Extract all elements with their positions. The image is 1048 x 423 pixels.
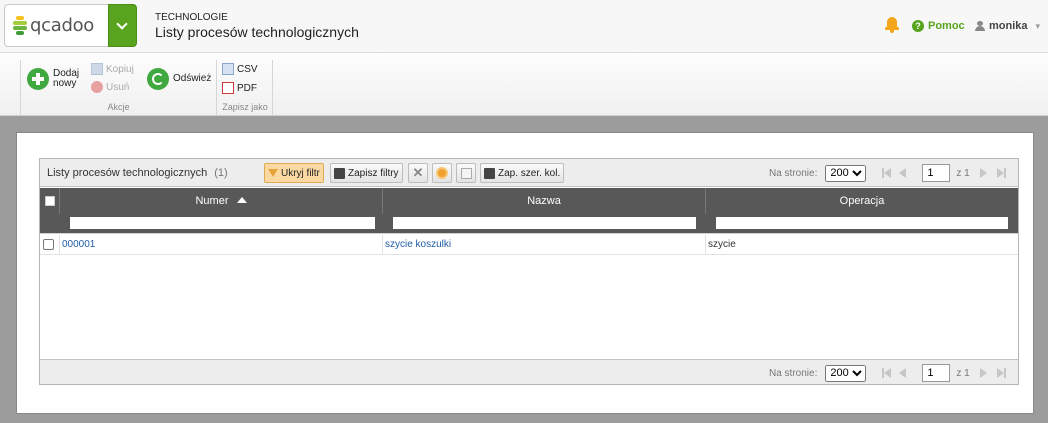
save-filters-label: Zapisz filtry (348, 167, 399, 179)
first-page-icon[interactable] (882, 168, 892, 178)
page-number-input[interactable] (922, 364, 951, 382)
ribbon-group-label-actions: Akcje (107, 102, 130, 112)
data-grid: Listy procesów technologicznych (1) Ukry… (39, 158, 1019, 385)
csv-label: CSV (237, 63, 258, 75)
reset-button[interactable] (432, 163, 452, 183)
hide-filter-label: Ukryj filtr (281, 167, 320, 179)
refresh-label: Odśwież (173, 73, 212, 84)
last-page-icon[interactable] (996, 368, 1006, 378)
last-page-icon[interactable] (996, 168, 1006, 178)
pdf-label: PDF (237, 82, 257, 94)
save-column-widths-label: Zap. szer. kol. (498, 167, 561, 179)
logo-text: qcadoo (30, 15, 95, 36)
qcadoo-logo-icon (13, 16, 27, 36)
delete-button[interactable]: Usuń (91, 81, 129, 93)
save-icon (334, 167, 345, 179)
user-menu[interactable]: monika ▾ (975, 19, 1040, 33)
breadcrumb-section: TECHNOLOGIE (155, 12, 228, 23)
pager-bottom: Na stronie: 200 z 1 (769, 364, 1010, 382)
logo-button[interactable]: qcadoo (4, 4, 108, 47)
copy-icon (91, 63, 103, 75)
prev-page-icon[interactable] (899, 368, 908, 378)
close-icon: ✕ (412, 165, 424, 180)
column-header-operation[interactable]: Operacja (706, 188, 1018, 214)
add-new-label-2: nowy (53, 78, 77, 89)
save-column-widths-button[interactable]: Zap. szer. kol. (480, 163, 565, 183)
delete-label: Usuń (106, 81, 130, 93)
page-number-input[interactable] (922, 164, 951, 182)
content-panel: Listy procesów technologicznych (1) Ukry… (16, 132, 1034, 414)
filter-operation-input[interactable] (716, 217, 1008, 229)
work-area: Listy procesów technologicznych (1) Ukry… (0, 116, 1048, 423)
page-title: Listy procesów technologicznych (155, 24, 359, 40)
select-all-checkbox[interactable] (45, 196, 55, 206)
plus-icon (27, 68, 49, 90)
clear-filters-button[interactable]: ✕ (408, 163, 428, 183)
ribbon-group-label-export: Zapisz jako (222, 102, 268, 112)
filter-name-input[interactable] (393, 217, 696, 229)
ribbon-group-export: CSV PDF Zapisz jako (218, 60, 273, 116)
copy-button[interactable]: Kopiuj (91, 63, 134, 75)
user-name: monika (989, 20, 1028, 32)
page-count-label: z 1 (956, 167, 970, 179)
per-page-select[interactable]: 200 (825, 164, 867, 182)
grid-header: Numer Nazwa Operacja (40, 188, 1018, 214)
hide-filter-button[interactable]: Ukryj filtr (264, 163, 324, 183)
user-icon (975, 20, 985, 32)
refresh-icon (147, 68, 169, 90)
ribbon-toolbar: Dodaj nowy Kopiuj Usuń Odśwież Akcje CSV… (0, 54, 1048, 116)
help-link[interactable]: ? Pomoc (912, 19, 965, 33)
grid-footer: Na stronie: 200 z 1 (40, 359, 1018, 384)
chevron-down-icon: ▾ (1035, 20, 1041, 31)
columns-button[interactable] (456, 163, 476, 183)
columns-icon (460, 167, 472, 179)
page-count-label: z 1 (956, 367, 970, 379)
refresh-button[interactable]: Odśwież (147, 68, 211, 90)
per-page-label: Na stronie: (769, 367, 818, 379)
next-page-icon[interactable] (979, 368, 989, 378)
grid-title: Listy procesów technologicznych (47, 167, 208, 179)
top-bar: qcadoo TECHNOLOGIE Listy procesów techno… (0, 0, 1048, 53)
help-label: Pomoc (928, 20, 965, 32)
export-pdf-button[interactable]: PDF (222, 82, 257, 94)
next-page-icon[interactable] (979, 168, 989, 178)
filter-icon (268, 169, 278, 177)
first-page-icon[interactable] (882, 368, 892, 378)
cell-name[interactable]: szycie koszulki (383, 235, 706, 255)
save-filters-button[interactable]: Zapisz filtry (330, 163, 403, 183)
cell-operation: szycie (708, 239, 736, 250)
per-page-select[interactable]: 200 (825, 364, 867, 382)
grid-toolbar: Listy procesów technologicznych (1) Ukry… (40, 159, 1018, 187)
pager-top: Na stronie: 200 z 1 (769, 164, 1010, 182)
csv-icon (222, 63, 234, 75)
column-header-number[interactable]: Numer (60, 188, 383, 214)
table-row[interactable]: 000001 szycie koszulki szycie (40, 235, 1018, 255)
pdf-icon (222, 82, 234, 94)
help-icon: ? (912, 20, 924, 32)
ribbon-group-actions: Dodaj nowy Kopiuj Usuń Odśwież Akcje (20, 60, 217, 116)
prev-page-icon[interactable] (899, 168, 908, 178)
export-csv-button[interactable]: CSV (222, 63, 258, 75)
save-icon (484, 167, 495, 179)
copy-label: Kopiuj (106, 63, 134, 75)
grid-count: (1) (214, 167, 228, 179)
delete-icon (91, 81, 103, 93)
main-menu-dropdown-button[interactable] (108, 4, 137, 47)
row-checkbox[interactable] (43, 239, 54, 250)
sort-ascending-icon (236, 197, 247, 203)
cancel-icon (436, 167, 448, 179)
cell-number[interactable]: 000001 (60, 235, 383, 255)
grid-filter-row (40, 214, 1018, 234)
per-page-label: Na stronie: (769, 167, 818, 179)
bell-icon[interactable] (885, 17, 899, 33)
chevron-down-icon (116, 18, 128, 30)
filter-number-input[interactable] (70, 217, 375, 229)
add-new-button[interactable]: Dodaj nowy (27, 68, 79, 90)
column-header-name[interactable]: Nazwa (383, 188, 706, 214)
